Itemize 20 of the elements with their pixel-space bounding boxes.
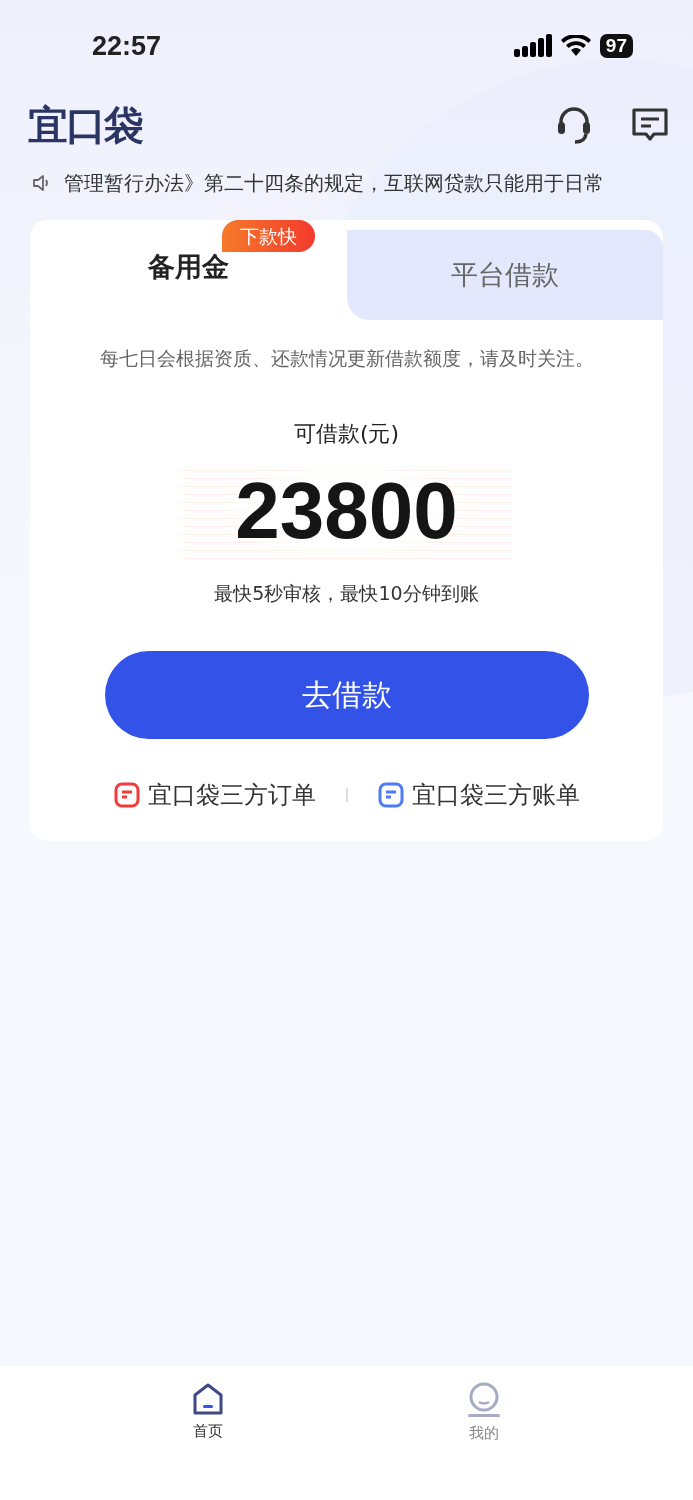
nav-item[interactable]: 首页 <box>191 1366 224 1441</box>
speed-text: 最快5秒审核，最快10分钟到账 <box>214 581 479 606</box>
hint-text: 每七日会根据资质、还款情况更新借款额度，请及时关注。 <box>99 347 594 371</box>
link[interactable]: 宜口袋三方订单 <box>113 779 316 811</box>
app-logo: 宜口袋 <box>28 100 144 150</box>
badge: 下款快 <box>221 220 315 252</box>
message-icon[interactable] <box>631 106 669 144</box>
face-icon <box>467 1382 502 1418</box>
link[interactable]: 宜口袋三方账单 <box>377 779 580 811</box>
amount-label: 可借款(元) <box>293 420 400 448</box>
tab[interactable]: 平台借款 <box>346 230 663 320</box>
notice-text: 管理暂行办法》第二十四条的规定，互联网贷款只能用于日常 <box>64 169 604 197</box>
headset-icon[interactable] <box>555 105 593 145</box>
home-icon <box>191 1382 224 1416</box>
signal-icon <box>513 34 552 58</box>
wifi-icon <box>559 35 592 57</box>
nav-item[interactable]: 我的 <box>467 1366 502 1443</box>
battery-level: 97 <box>599 34 633 58</box>
borrow-button[interactable]: 去借款 <box>104 651 589 739</box>
status-time: 22:57 <box>92 30 162 62</box>
